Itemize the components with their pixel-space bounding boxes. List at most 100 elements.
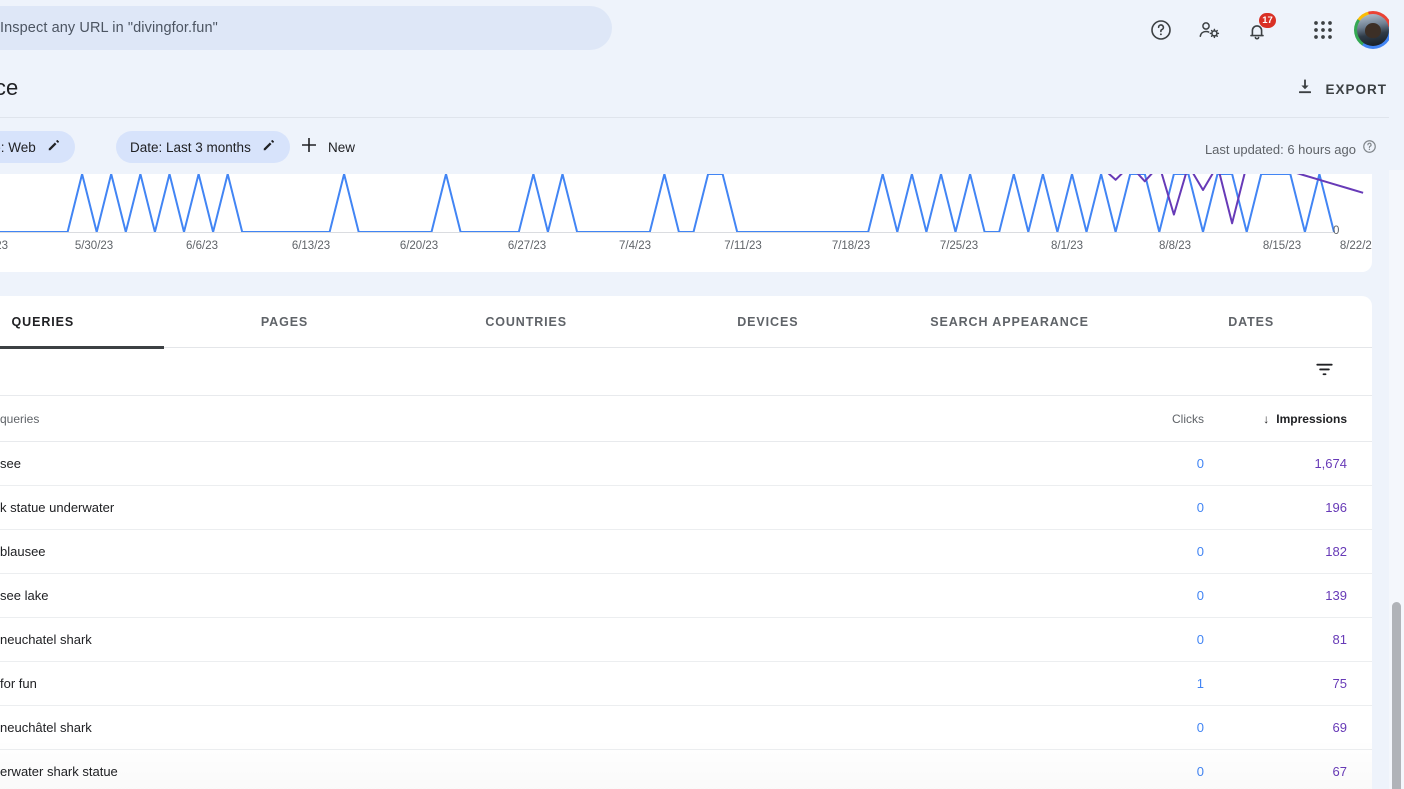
table-row[interactable]: erwater shark statue 0 67 xyxy=(0,750,1372,789)
x-axis-tick-label: 8/15/23 xyxy=(1262,240,1302,252)
download-icon xyxy=(1295,77,1315,102)
cell-impressions: 81 xyxy=(1332,632,1347,647)
tab-pages[interactable]: PAGES xyxy=(164,296,406,348)
cell-clicks: 0 xyxy=(1196,544,1204,559)
notifications-badge: 17 xyxy=(1259,13,1276,28)
tab-search-appearance[interactable]: SEARCH APPEARANCE xyxy=(889,296,1131,348)
plus-icon xyxy=(300,136,318,159)
export-button[interactable]: EXPORT xyxy=(1295,75,1387,103)
page-root: Inspect any URL in "divingfor.fun" 17 ce… xyxy=(0,0,1404,789)
tab-dates[interactable]: DATES xyxy=(1130,296,1372,348)
page-title: ormance xyxy=(0,75,19,100)
last-updated-info: Last updated: 6 hours ago xyxy=(1205,139,1377,159)
cell-impressions: 139 xyxy=(1325,588,1347,603)
filter-chip-label: h type: Web xyxy=(0,139,36,155)
user-avatar xyxy=(1354,11,1392,49)
cell-query: blausee xyxy=(0,544,46,559)
filter-chip-search-type[interactable]: h type: Web xyxy=(0,131,75,163)
tab-countries[interactable]: COUNTRIES xyxy=(405,296,647,348)
tab-queries[interactable]: QUERIES xyxy=(0,296,164,349)
x-axis-tick-label: /23 xyxy=(0,240,8,252)
x-axis-tick-label: 8/22/23 xyxy=(1339,240,1372,252)
cell-clicks: 0 xyxy=(1196,632,1204,647)
apps-grid-icon xyxy=(1312,19,1334,41)
cell-impressions: 196 xyxy=(1325,500,1347,515)
x-axis-tick-label: 6/13/23 xyxy=(291,240,331,252)
cell-impressions: 67 xyxy=(1332,764,1347,779)
tab-label: SEARCH APPEARANCE xyxy=(930,314,1089,329)
x-axis-tick-label: 6/6/23 xyxy=(186,240,218,252)
cell-clicks: 1 xyxy=(1196,676,1204,691)
vertical-scrollbar-track[interactable] xyxy=(1389,170,1404,789)
x-axis-tick-label: 7/4/23 xyxy=(619,240,651,252)
table-row[interactable]: see lake 0 139 xyxy=(0,574,1372,618)
scrollbar-gutter-top xyxy=(1389,0,1404,170)
url-inspection-search-box[interactable]: Inspect any URL in "divingfor.fun" xyxy=(0,6,612,50)
account-settings-button[interactable] xyxy=(1185,6,1233,54)
google-apps-button[interactable] xyxy=(1299,6,1347,54)
help-button[interactable] xyxy=(1137,6,1185,54)
x-axis-tick-label: 6/27/23 xyxy=(507,240,547,252)
x-axis-tick-label: 7/25/23 xyxy=(939,240,979,252)
filter-chip-label: Date: Last 3 months xyxy=(130,139,251,155)
table-filter-row xyxy=(0,348,1372,396)
filter-bar: h type: Web Date: Last 3 months xyxy=(0,117,1404,174)
tab-label: PAGES xyxy=(260,314,309,329)
filter-chip-date[interactable]: Date: Last 3 months xyxy=(116,131,290,163)
table-row[interactable]: k statue underwater 0 196 xyxy=(0,486,1372,530)
avatar-photo xyxy=(1357,14,1389,46)
performance-chart-card: 0 /23 5/30/23 6/6/23 6/13/23 6/20/23 6/27/23 7… xyxy=(0,174,1372,272)
tab-label: DEVICES xyxy=(737,314,799,329)
tab-label: DATES xyxy=(1228,314,1275,329)
cell-clicks: 0 xyxy=(1196,720,1204,735)
column-header-clicks[interactable]: Clicks xyxy=(1114,412,1204,426)
table-body: see 0 1,674 k statue underwater 0 196 blausee 0… xyxy=(0,442,1372,789)
cell-clicks: 0 xyxy=(1196,456,1204,471)
new-filter-button[interactable]: New xyxy=(288,131,367,163)
cell-clicks: 0 xyxy=(1196,500,1204,515)
x-axis-tick-label: 6/20/23 xyxy=(399,240,439,252)
cell-query: erwater shark statue xyxy=(0,764,118,779)
top-bar-icons: 17 xyxy=(1137,0,1404,60)
cell-query: neuchâtel shark xyxy=(0,720,92,735)
notifications-button[interactable]: 17 xyxy=(1233,6,1281,54)
chart-line-total-impressions xyxy=(1107,174,1364,225)
cell-query: neuchatel shark xyxy=(0,632,92,647)
column-header-impressions[interactable]: ↓ Impressions xyxy=(1232,412,1347,426)
column-header-queries[interactable]: queries xyxy=(0,412,39,426)
column-header-impressions-label: Impressions xyxy=(1276,411,1347,426)
table-row[interactable]: for fun 1 75 xyxy=(0,662,1372,706)
cell-clicks: 0 xyxy=(1196,764,1204,779)
data-table-card: QUERIES PAGES COUNTRIES DEVICES SEARCH APPEA… xyxy=(0,296,1372,789)
table-filter-button[interactable] xyxy=(1310,358,1338,386)
cell-query: see xyxy=(0,456,21,471)
cell-query: k statue underwater xyxy=(0,500,115,515)
chart-line-total-clicks xyxy=(0,174,1335,233)
performance-chart[interactable]: 0 /23 5/30/23 6/6/23 6/13/23 6/20/23 6/27/23 7… xyxy=(0,174,1372,272)
tab-label: QUERIES xyxy=(11,314,75,329)
x-axis-tick-label: 7/11/23 xyxy=(724,240,762,252)
table-row[interactable]: neuchâtel shark 0 69 xyxy=(0,706,1372,750)
x-axis-tick-label: 8/1/23 xyxy=(1051,240,1083,252)
account-settings-icon xyxy=(1197,18,1221,42)
tab-label: COUNTRIES xyxy=(485,314,568,329)
help-circle-icon[interactable] xyxy=(1362,139,1377,159)
x-axis-tick-label: 8/8/23 xyxy=(1159,240,1191,252)
tab-devices[interactable]: DEVICES xyxy=(647,296,889,348)
cell-impressions: 1,674 xyxy=(1314,456,1347,471)
help-circle-icon xyxy=(1149,18,1173,42)
top-bar: Inspect any URL in "divingfor.fun" 17 xyxy=(0,0,1404,60)
cell-query: for fun xyxy=(0,676,37,691)
cell-impressions: 75 xyxy=(1332,676,1347,691)
table-row[interactable]: see 0 1,674 xyxy=(0,442,1372,486)
table-header-row: queries Clicks ↓ Impressions xyxy=(0,396,1372,442)
vertical-scrollbar-thumb[interactable] xyxy=(1392,602,1401,789)
cell-impressions: 69 xyxy=(1332,720,1347,735)
x-axis-tick-label: 7/18/23 xyxy=(831,240,871,252)
chart-baseline xyxy=(0,232,1334,233)
last-updated-label: Last updated: 6 hours ago xyxy=(1204,141,1356,157)
table-row[interactable]: blausee 0 182 xyxy=(0,530,1372,574)
export-label: EXPORT xyxy=(1325,81,1387,97)
table-row[interactable]: neuchatel shark 0 81 xyxy=(0,618,1372,662)
table-tabs: QUERIES PAGES COUNTRIES DEVICES SEARCH APPEA… xyxy=(0,296,1372,349)
